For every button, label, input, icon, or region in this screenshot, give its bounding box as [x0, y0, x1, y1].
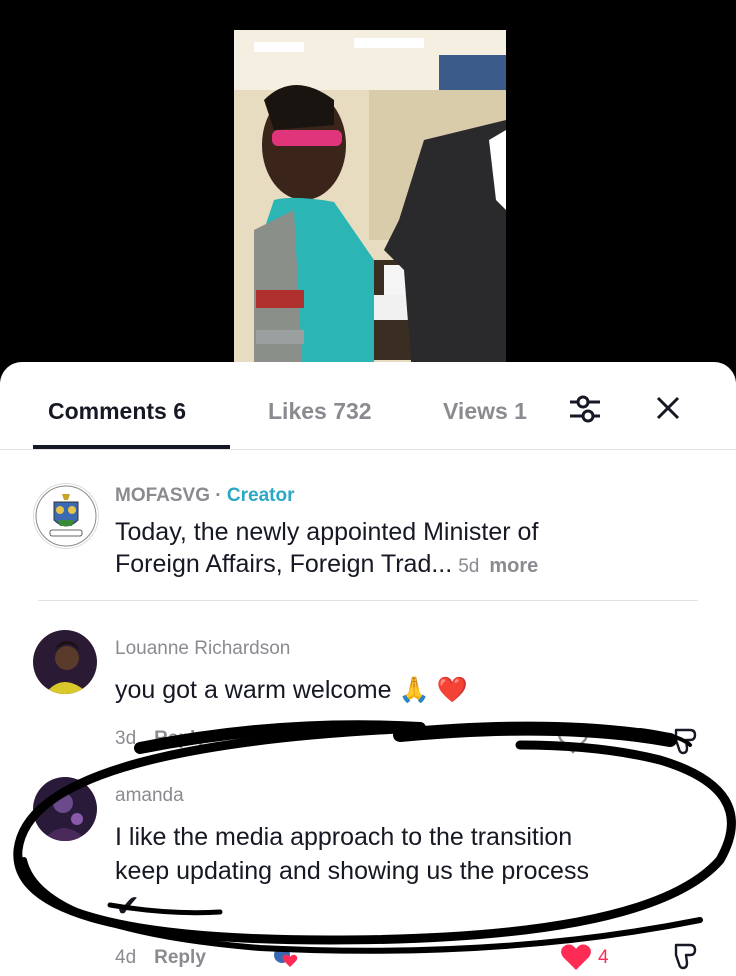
tab-bar: Comments 6 Likes 732 Views 1: [0, 362, 736, 450]
heart-emoji-icon: ❤️: [436, 676, 468, 704]
comment-time: 3d: [115, 728, 137, 749]
comment-time: 5d: [458, 556, 480, 577]
tab-comments[interactable]: Comments 6: [48, 398, 186, 425]
comment-time: 4d: [115, 947, 137, 968]
avatar[interactable]: [33, 630, 97, 694]
creator-badge: Creator: [226, 485, 295, 506]
comment-author[interactable]: amanda: [115, 785, 184, 807]
video-frame: [234, 30, 506, 400]
comment-text-line-1: Today, the newly appointed Minister of: [115, 518, 539, 546]
dislike-icon[interactable]: [668, 726, 698, 761]
video-player[interactable]: [0, 0, 736, 400]
tab-views[interactable]: Views 1: [443, 398, 543, 425]
reply-button[interactable]: Reply: [154, 947, 206, 968]
heart-outline-icon[interactable]: [557, 726, 589, 759]
more-link[interactable]: more: [489, 555, 538, 577]
comment-text: you got a warm welcome 🙏 ❤️: [115, 676, 468, 704]
comment-meta: 3d Reply: [115, 728, 206, 750]
comment-author[interactable]: Louanne Richardson: [115, 638, 290, 660]
avatar[interactable]: [33, 777, 97, 841]
comment-author[interactable]: MOFASVG · Creator: [115, 485, 294, 507]
avatar[interactable]: [33, 483, 99, 549]
comment-text-line-2: keep updating and showing us the process: [115, 857, 589, 885]
comment-text-line-2: Foreign Affairs, Foreign Trad... 5d more: [115, 550, 539, 578]
reply-button[interactable]: Reply: [154, 728, 206, 749]
folded-hands-icon: 🙏: [398, 676, 430, 704]
comment-text-line-1: I like the media approach to the transit…: [115, 823, 573, 851]
close-icon[interactable]: [654, 394, 682, 427]
comment-divider: [38, 600, 698, 601]
tabs-divider: [0, 449, 736, 450]
sliders-icon[interactable]: [568, 392, 602, 431]
coat-of-arms-icon: [35, 485, 97, 547]
heart-filled-icon[interactable]: [560, 943, 592, 976]
like-count: 4: [598, 947, 609, 968]
creator-liked-icon: [272, 945, 302, 974]
tab-likes[interactable]: Likes 732: [268, 398, 372, 425]
check-mark-icon: ✔: [115, 890, 141, 923]
comment-meta: 4d Reply: [115, 947, 206, 969]
